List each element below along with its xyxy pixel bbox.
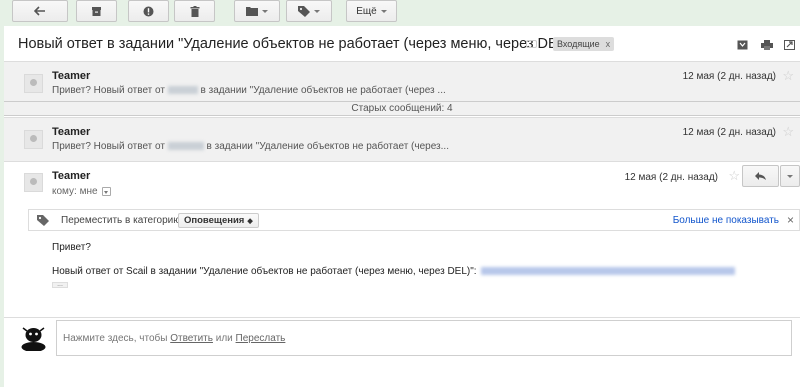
user-avatar-icon [20, 324, 47, 351]
star-icon[interactable]: ☆ [782, 68, 794, 84]
redacted-name [167, 86, 198, 95]
message-date: 12 мая (2 дн. назад) [682, 71, 776, 82]
report-spam-button[interactable] [128, 0, 169, 22]
more-button[interactable]: Ещё [346, 0, 397, 22]
message-snippet: Привет? Новый ответ от в задании "Удален… [52, 141, 449, 152]
remove-label-button[interactable]: x [606, 39, 611, 49]
reply-prompt: Нажмите здесь, чтобы Ответить или Пересл… [63, 333, 285, 344]
report-spam-icon [143, 6, 154, 16]
archive-icon [92, 6, 101, 16]
category-selected-value: Оповещения [184, 215, 245, 226]
star-icon[interactable]: ☆ [782, 124, 794, 140]
label-tag-icon [37, 215, 49, 226]
show-trimmed-content-button[interactable]: ... [52, 281, 68, 288]
dont-show-again-link[interactable]: Больше не показывать [673, 215, 779, 226]
trash-icon [190, 5, 199, 17]
important-marker[interactable] [526, 40, 537, 48]
message-date: 12 мая (2 дн. назад) [624, 172, 718, 183]
print-icon[interactable] [761, 40, 773, 50]
chevron-down-icon [380, 9, 387, 13]
move-to-button[interactable] [234, 0, 280, 22]
reply-input[interactable]: Нажмите здесь, чтобы Ответить или Пересл… [56, 320, 792, 356]
reply-prompt-or: или [215, 333, 233, 344]
redacted-name [167, 142, 204, 151]
reply-prompt-prefix: Нажмите здесь, чтобы [63, 333, 168, 344]
delete-button[interactable] [174, 0, 215, 22]
back-arrow-icon [34, 6, 45, 16]
message-date: 12 мая (2 дн. назад) [682, 127, 776, 138]
sender-name: Teamer [52, 126, 91, 138]
avatar [24, 173, 43, 192]
chevron-down-icon [262, 9, 268, 13]
more-label: Ещё [356, 5, 377, 17]
select-arrows-icon: ◆ [247, 217, 253, 225]
snippet-start: Привет? Новый ответ от [52, 141, 165, 152]
star-icon[interactable]: ☆ [728, 168, 740, 184]
category-select[interactable]: Оповещения ◆ [178, 213, 259, 228]
snippet-start: Привет? Новый ответ от [52, 85, 165, 96]
folder-move-icon [246, 7, 258, 16]
labels-button[interactable] [286, 0, 332, 22]
recipients-line: кому: мне [52, 186, 111, 197]
reply-button[interactable] [742, 165, 779, 187]
avatar [24, 130, 43, 149]
message-body-line: Новый ответ от Scail в задании "Удаление… [52, 266, 735, 277]
back-button[interactable] [12, 0, 68, 22]
message-body-text: Новый ответ от Scail в задании "Удаление… [52, 266, 477, 277]
category-label: Переместить в категорию: [61, 215, 184, 226]
older-messages-bar[interactable]: Старых сообщений: 4 [4, 101, 800, 116]
show-details-button[interactable] [101, 187, 111, 196]
message-snippet: Привет? Новый ответ от в задании "Удален… [52, 85, 446, 96]
snippet-end: в задании "Удаление объектов не работает… [206, 141, 449, 152]
more-actions-button[interactable] [780, 165, 800, 187]
thread-subject: Новый ответ в задании "Удаление объектов… [18, 36, 576, 52]
message-body-greeting: Привет? [52, 242, 91, 253]
new-window-icon[interactable] [784, 40, 795, 50]
sender-name: Teamer [52, 70, 91, 82]
message-expanded: Teamer кому: мне 12 мая (2 дн. назад) ☆ … [4, 161, 800, 301]
message-collapsed[interactable]: Teamer Привет? Новый ответ от в задании … [4, 117, 800, 161]
older-messages-count: Старых сообщений: 4 [351, 103, 453, 114]
sender-name: Teamer [52, 170, 91, 182]
close-icon[interactable]: × [787, 213, 794, 227]
avatar [24, 74, 43, 93]
label-tag-icon [298, 5, 310, 17]
redacted-link[interactable] [480, 267, 735, 276]
reply-area: Нажмите здесь, чтобы Ответить или Пересл… [4, 317, 800, 387]
chevron-down-icon [787, 174, 793, 178]
reply-icon [755, 172, 766, 180]
expand-all-icon[interactable] [737, 40, 748, 50]
forward-link[interactable]: Переслать [236, 333, 286, 344]
recipients-text: кому: мне [52, 186, 98, 197]
reply-link[interactable]: Ответить [170, 333, 213, 344]
thread-header: Новый ответ в задании "Удаление объектов… [4, 32, 800, 56]
chevron-down-icon [314, 9, 320, 13]
snippet-end: в задании "Удаление объектов не работает… [200, 85, 446, 96]
message-collapsed[interactable]: Teamer Привет? Новый ответ от в задании … [4, 61, 800, 101]
label-chip-text: Входящие [557, 39, 600, 49]
category-bar: Переместить в категорию: Оповещения ◆ Бо… [28, 209, 800, 231]
label-chip-inbox[interactable]: Входящие x [553, 37, 615, 51]
archive-button[interactable] [76, 0, 117, 22]
toolbar: Ещё [4, 0, 800, 26]
